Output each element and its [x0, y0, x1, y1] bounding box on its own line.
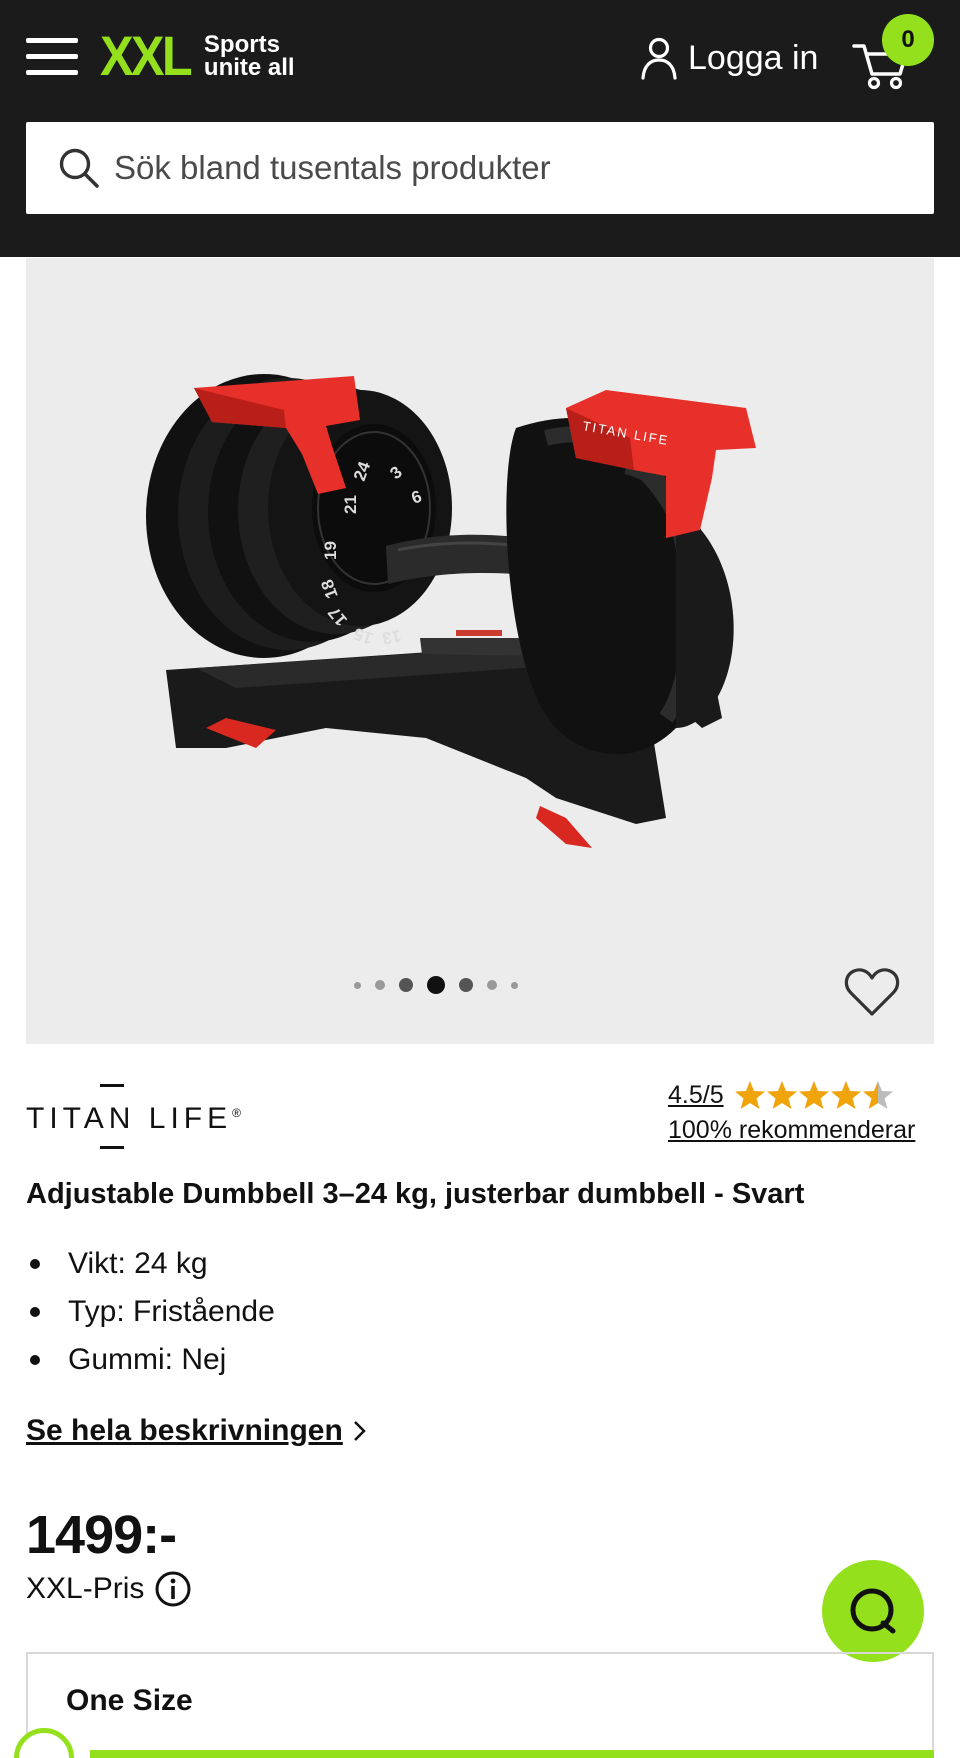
chat-button[interactable]	[822, 1560, 924, 1662]
gallery-dot[interactable]	[399, 978, 413, 992]
star-icon	[798, 1081, 829, 1109]
site-header: XXL Sports unite all Logga in 0	[0, 0, 960, 257]
svg-text:19: 19	[321, 541, 340, 560]
gallery-dot[interactable]	[375, 980, 385, 990]
star-icon	[830, 1081, 861, 1109]
gallery-dot[interactable]	[354, 981, 361, 989]
product-price: 1499:-	[26, 1505, 177, 1565]
chat-bubble-icon	[850, 1588, 896, 1634]
dumbbell-image: 24 21 19 18 17 15 13 3 6 TITAN LIFE	[146, 374, 756, 848]
size-selector[interactable]: One Size	[26, 1652, 934, 1758]
search-bar[interactable]	[26, 122, 934, 214]
star-icon	[734, 1081, 765, 1109]
login-label: Logga in	[688, 38, 819, 77]
info-icon[interactable]	[154, 1570, 192, 1608]
heart-icon[interactable]	[844, 966, 900, 1018]
product-image-gallery[interactable]: 24 21 19 18 17 15 13 3 6 TITAN LIFE	[26, 258, 934, 1044]
rating-summary[interactable]: 4.5/5 100% rekommenderar	[668, 1080, 936, 1145]
xxl-logo[interactable]: XXL Sports unite all	[100, 26, 295, 86]
feature-list: Vikt: 24 kg Typ: Fristående Gummi: Nej	[26, 1240, 275, 1384]
product-title: Adjustable Dumbbell 3–24 kg, justerbar d…	[26, 1178, 805, 1210]
gallery-dot[interactable]	[459, 978, 473, 992]
brand-name: TITAN LIFE®	[26, 1102, 241, 1135]
hamburger-menu-icon[interactable]	[26, 36, 80, 76]
star-icon	[862, 1081, 893, 1109]
search-input[interactable]	[114, 149, 894, 187]
list-item: Typ: Fristående	[26, 1288, 275, 1336]
gallery-dot[interactable]	[487, 980, 497, 990]
recommend-percentage[interactable]: 100% rekommenderar	[668, 1116, 936, 1145]
login-button[interactable]: Logga in	[640, 34, 818, 82]
star-icon	[766, 1081, 797, 1109]
gallery-dot[interactable]	[511, 981, 518, 989]
logo-wordmark: XXL	[100, 24, 193, 87]
brand-logo[interactable]: TITAN LIFE®	[26, 1082, 241, 1152]
svg-text:21: 21	[341, 495, 360, 514]
size-label: One Size	[66, 1684, 193, 1717]
add-to-cart-bar[interactable]	[90, 1750, 934, 1758]
full-description-link[interactable]: Se hela beskrivningen	[26, 1414, 367, 1448]
svg-text:13: 13	[381, 626, 403, 648]
gallery-pagination	[354, 976, 518, 994]
cart-count-badge: 0	[882, 14, 934, 66]
star-rating	[734, 1080, 894, 1110]
user-icon	[641, 37, 677, 80]
logo-tagline: Sports unite all	[203, 31, 295, 81]
rating-score[interactable]: 4.5/5	[668, 1081, 724, 1110]
gallery-dot[interactable]	[427, 976, 445, 994]
search-icon	[59, 148, 99, 188]
list-item: Vikt: 24 kg	[26, 1240, 275, 1288]
chevron-right-icon	[353, 1421, 366, 1441]
list-item: Gummi: Nej	[26, 1336, 275, 1384]
price-label: XXL-Pris	[26, 1570, 192, 1608]
